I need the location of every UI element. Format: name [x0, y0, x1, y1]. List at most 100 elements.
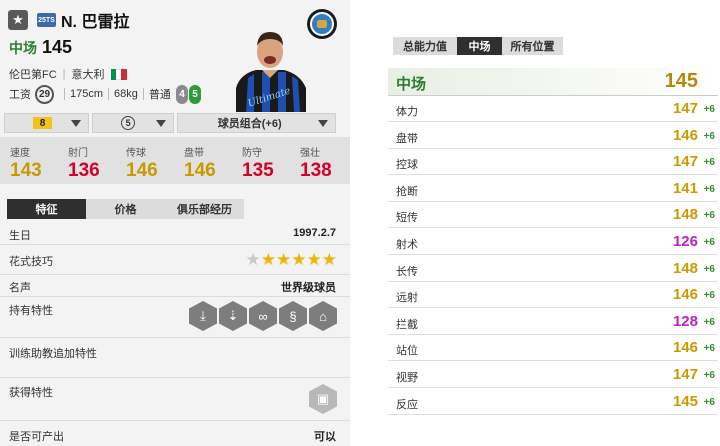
- skill-stars: ★ ★ ★ ★ ★ ★: [246, 251, 338, 268]
- skill-moves-row: 花式技巧 ★ ★ ★ ★ ★ ★: [0, 245, 350, 275]
- attr-row-finishing: 射术 126 +6: [388, 229, 718, 255]
- enhance-value: 5: [121, 116, 136, 130]
- team-color-select[interactable]: 球员组合(+6): [177, 113, 337, 133]
- tab-club-history[interactable]: 俱乐部经历: [165, 199, 244, 219]
- attr-value: 141: [672, 179, 698, 197]
- position-block-label: 中场: [396, 76, 427, 93]
- attr-label: 体力: [396, 106, 418, 118]
- playmaker-icon[interactable]: ⌂: [309, 301, 337, 331]
- attr-bonus: +6: [703, 290, 715, 302]
- chevron-down-icon: [156, 120, 167, 127]
- attr-row-ball-control: 控球 147 +6: [388, 149, 718, 176]
- wage-label: 工资: [9, 89, 31, 101]
- star-icon: ★: [321, 250, 337, 269]
- attr-bonus: +6: [703, 130, 715, 142]
- attr-value: 145: [672, 392, 698, 410]
- attr-label: 拦截: [396, 318, 418, 331]
- attr-label: 射术: [396, 239, 418, 251]
- enhance-select[interactable]: 5: [92, 113, 175, 133]
- position-block-value: 145: [664, 70, 698, 92]
- attr-value: 148: [672, 206, 698, 224]
- attr-bonus: +6: [703, 396, 715, 408]
- attr-label: 短传: [396, 212, 418, 225]
- weak-foot-badge: 4: [176, 85, 188, 104]
- wage-value: 29: [35, 84, 54, 104]
- position-label: 中场: [9, 40, 37, 56]
- height-value: 175cm: [70, 88, 104, 100]
- stat-passing: 传球 146: [126, 148, 158, 181]
- foot-skill-badges: 4 5: [176, 85, 202, 104]
- stat-shooting: 射门 136: [68, 148, 100, 181]
- stat-dribbling: 盘带 146: [184, 148, 216, 181]
- traits-row: 持有特性 ⤓ ⇣ ∞ § ⌂: [0, 297, 350, 338]
- dribbler-icon[interactable]: §: [279, 301, 307, 331]
- attr-value: 128: [672, 312, 698, 330]
- attr-bonus: +6: [703, 183, 715, 195]
- attr-bonus: +6: [703, 370, 715, 381]
- tab-midfield[interactable]: 中场: [457, 37, 502, 55]
- level-select[interactable]: 8: [4, 113, 90, 133]
- attribute-tabs: 总能力值 中场 所有位置: [393, 37, 563, 55]
- season-badge: 25TS: [37, 13, 56, 27]
- attr-value: 146: [672, 126, 698, 144]
- attr-label: 长传: [396, 265, 418, 278]
- attr-row-long-passing: 长传 148 +6: [388, 256, 718, 282]
- player-name: N. 巴雷拉: [61, 14, 130, 31]
- attr-label: 控球: [396, 159, 418, 172]
- power-shot-icon[interactable]: ⤓: [189, 301, 217, 331]
- attr-bonus: +6: [703, 343, 715, 355]
- through-pass-icon[interactable]: ∞: [249, 301, 277, 331]
- chevron-down-icon: [71, 120, 82, 127]
- player-header: ★ 25TS N. 巴雷拉: [8, 9, 129, 31]
- attr-bonus: +6: [703, 316, 715, 328]
- attr-row-tackling: 抢断 141 +6: [388, 176, 718, 202]
- attr-row-positioning: 站位 146 +6: [388, 335, 718, 362]
- star-icon: ★: [306, 250, 322, 269]
- team-color-value: 球员组合(+6): [217, 118, 282, 130]
- tab-all-positions[interactable]: 所有位置: [502, 37, 563, 55]
- body-type-value: 普通: [148, 89, 171, 101]
- acquired-traits-row: 获得特性 ▣: [0, 378, 350, 421]
- lock-icon[interactable]: ▣: [309, 384, 337, 414]
- chip-shot-icon[interactable]: ⇣: [219, 301, 247, 331]
- nation-name: 意大利: [71, 69, 105, 81]
- attr-label: 站位: [396, 345, 418, 358]
- star-icon: ★: [260, 250, 276, 269]
- attr-value: 147: [672, 366, 698, 383]
- attr-value: 147: [672, 153, 698, 171]
- tab-price[interactable]: 价格: [86, 199, 165, 219]
- trait-icon-list: ⤓ ⇣ ∞ § ⌂: [187, 301, 337, 331]
- star-icon: ★: [245, 250, 261, 269]
- attr-label: 盘带: [396, 132, 418, 145]
- club-logo-icon: [307, 9, 337, 39]
- attr-row-vision: 视野 147 +6: [388, 362, 718, 388]
- star-icon: ★: [291, 250, 307, 269]
- fame-row: 名声 世界级球员: [0, 275, 350, 297]
- club-name: 伦巴第FC: [9, 69, 57, 81]
- stat-defending: 防守 135: [242, 148, 274, 181]
- tab-traits[interactable]: 特征: [7, 199, 86, 219]
- position-overall-row: 中场 145: [388, 68, 718, 96]
- birthday-row: 生日 1997.2.7: [0, 222, 350, 245]
- stat-physical: 强壮 138: [300, 148, 332, 181]
- attr-bonus: +6: [703, 157, 715, 169]
- skill-moves-badge: 5: [189, 85, 201, 104]
- star-icon: ★: [276, 250, 292, 269]
- main-stats-panel: 速度 143 射门 136 传球 146 盘带 146 防守 135 强壮 13…: [0, 137, 350, 184]
- tab-overall[interactable]: 总能力值: [393, 37, 457, 55]
- attr-value: 126: [672, 233, 698, 250]
- weight-value: 68kg: [114, 88, 138, 100]
- overall-rating: 145: [42, 37, 73, 57]
- level-value: 8: [33, 117, 52, 129]
- italy-flag-icon: [110, 68, 127, 80]
- attr-value: 146: [672, 339, 698, 357]
- attr-bonus: +6: [703, 263, 715, 275]
- info-tabs: 特征 价格 俱乐部经历: [7, 199, 244, 219]
- attr-bonus: +6: [703, 237, 715, 248]
- club-nation-row: 伦巴第FC | 意大利: [9, 66, 127, 82]
- player-photo: Ultimate: [236, 32, 306, 112]
- position-rating: 中场 145: [9, 37, 72, 58]
- favorite-star-icon[interactable]: ★: [8, 10, 28, 30]
- attr-row-dribbling: 盘带 146 +6: [388, 123, 718, 149]
- birthday-value: 1997.2.7: [293, 227, 336, 239]
